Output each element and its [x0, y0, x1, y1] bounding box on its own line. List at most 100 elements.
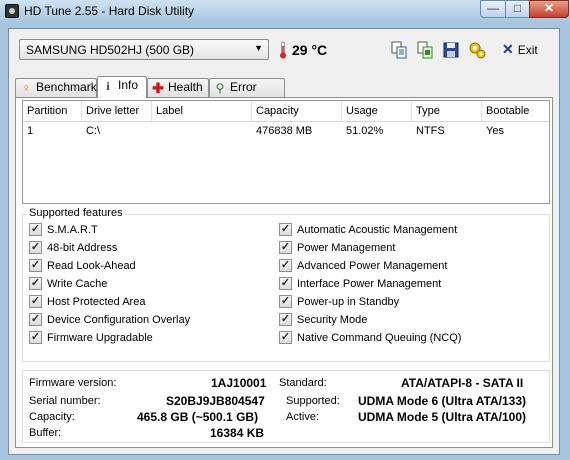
- app-icon: [5, 4, 19, 18]
- drive-select[interactable]: SAMSUNG HD502HJ (500 GB) ▼: [19, 39, 269, 60]
- serial-value: S20BJ9JB804547: [166, 394, 265, 408]
- column-header[interactable]: Capacity: [252, 101, 342, 121]
- feature-security-mode: ✓ Security Mode: [279, 313, 367, 329]
- minimize-button[interactable]: —: [480, 0, 506, 18]
- health-icon: ✚: [152, 80, 164, 96]
- active-value: UDMA Mode 5 (Ultra ATA/100): [358, 410, 527, 424]
- options-icon: [469, 42, 486, 59]
- title-bar[interactable]: HD Tune 2.55 - Hard Disk Utility — □ ✕: [0, 0, 570, 22]
- feature-label: Native Command Queuing (NCQ): [297, 332, 462, 344]
- table-row[interactable]: 1 C:\ 476838 MB 51.02% NTFS Yes: [23, 122, 549, 140]
- chevron-down-icon: ▼: [254, 43, 263, 53]
- standard-value: ATA/ATAPI-8 - SATA II: [401, 376, 524, 390]
- column-header[interactable]: Usage: [342, 101, 412, 121]
- benchmark-icon: ♀: [21, 81, 31, 95]
- copy-screenshot-button[interactable]: [414, 39, 436, 61]
- table-cell: Yes: [486, 125, 504, 137]
- checkbox-checked: ✓: [29, 331, 42, 344]
- feature-host-protected-area: ✓ Host Protected Area: [29, 295, 145, 311]
- exit-icon: ✕: [502, 41, 514, 57]
- tab-health-label: Health: [168, 80, 203, 94]
- feature-48bit-address: ✓ 48-bit Address: [29, 241, 117, 257]
- feature-automatic-acoustic-management: ✓ Automatic Acoustic Management: [279, 223, 457, 239]
- close-button[interactable]: ✕: [529, 0, 569, 18]
- feature-firmware-upgradable: ✓ Firmware Upgradable: [29, 331, 153, 347]
- checkbox-checked: ✓: [279, 277, 292, 290]
- feature-label: Power-up in Standby: [297, 296, 400, 308]
- table-header: Partition Drive letter Label Capacity Us…: [23, 101, 549, 122]
- feature-label: Read Look-Ahead: [47, 260, 136, 272]
- feature-smart: ✓ S.M.A.R.T: [29, 223, 98, 239]
- feature-label: S.M.A.R.T: [47, 224, 98, 236]
- active-label: Active:: [286, 411, 320, 423]
- copy-screenshot-icon: [417, 41, 433, 59]
- feature-label: Security Mode: [297, 314, 368, 326]
- checkbox-checked: ✓: [279, 241, 292, 254]
- column-header[interactable]: Bootable: [482, 101, 549, 121]
- feature-label: Host Protected Area: [47, 296, 146, 308]
- copy-icon: [391, 41, 407, 59]
- feature-label: Power Management: [297, 242, 396, 254]
- partition-table[interactable]: Partition Drive letter Label Capacity Us…: [22, 100, 550, 204]
- drive-select-value: SAMSUNG HD502HJ (500 GB): [26, 43, 195, 57]
- column-header[interactable]: Label: [152, 101, 252, 121]
- tab-bar: ♀ Benchmark i Info ✚ Health ⚲ Error Scan: [15, 76, 555, 111]
- exit-label: Exit: [517, 43, 538, 57]
- options-button[interactable]: [466, 39, 488, 61]
- tab-benchmark[interactable]: ♀ Benchmark: [15, 78, 97, 97]
- app-window: HD Tune 2.55 - Hard Disk Utility — □ ✕ S…: [0, 0, 570, 460]
- save-icon: [443, 42, 459, 58]
- firmware-label: Firmware version:: [29, 377, 117, 389]
- table-cell: C:\: [86, 125, 101, 137]
- info-panel: Partition Drive letter Label Capacity Us…: [15, 97, 553, 448]
- supported-value: UDMA Mode 6 (Ultra ATA/133): [358, 394, 527, 408]
- serial-label: Serial number:: [29, 395, 101, 407]
- features-title: Supported features: [27, 207, 125, 219]
- feature-label: 48-bit Address: [47, 242, 118, 254]
- exit-button[interactable]: ✕ Exit: [502, 41, 538, 61]
- save-button[interactable]: [440, 39, 462, 61]
- feature-label: Firmware Upgradable: [47, 332, 153, 344]
- table-cell: [152, 122, 156, 140]
- temperature-value: 29 °C: [292, 42, 328, 58]
- checkbox-checked: ✓: [29, 313, 42, 326]
- drive-info-group: Firmware version: 1AJ10001 Serial number…: [22, 370, 550, 443]
- feature-label: Interface Power Management: [297, 278, 442, 290]
- capacity-label: Capacity:: [29, 411, 75, 423]
- tab-info-label: Info: [118, 78, 139, 92]
- feature-label: Write Cache: [47, 278, 108, 290]
- checkbox-checked: ✓: [29, 241, 42, 254]
- tab-health[interactable]: ✚ Health: [147, 78, 209, 97]
- feature-power-management: ✓ Power Management: [279, 241, 395, 257]
- firmware-value: 1AJ10001: [211, 376, 267, 390]
- feature-write-cache: ✓ Write Cache: [29, 277, 107, 293]
- column-header[interactable]: Type: [412, 101, 482, 121]
- supported-features-group: Supported features ✓ S.M.A.R.T ✓ 48-bit Ad…: [22, 207, 550, 362]
- column-header[interactable]: Partition: [23, 101, 82, 121]
- info-icon: i: [106, 79, 110, 93]
- standard-label: Standard:: [279, 377, 327, 389]
- checkbox-checked: ✓: [279, 223, 292, 236]
- buffer-value: 16384 KB: [210, 426, 265, 440]
- column-header[interactable]: Drive letter: [82, 101, 152, 121]
- supported-label: Supported:: [286, 395, 340, 407]
- checkbox-checked: ✓: [29, 259, 42, 272]
- thermometer-icon: [280, 41, 286, 59]
- table-cell: 51.02%: [346, 125, 384, 137]
- tab-info[interactable]: i Info: [97, 76, 147, 98]
- tab-error-scan[interactable]: ⚲ Error Scan: [209, 78, 285, 111]
- feature-ncq: ✓ Native Command Queuing (NCQ): [279, 331, 461, 347]
- checkbox-checked: ✓: [279, 295, 292, 308]
- maximize-button[interactable]: □: [505, 0, 530, 18]
- copy-button[interactable]: [388, 39, 410, 61]
- feature-advanced-power-management: ✓ Advanced Power Management: [279, 259, 447, 275]
- tab-benchmark-label: Benchmark: [36, 80, 97, 94]
- window-title: HD Tune 2.55 - Hard Disk Utility: [24, 4, 195, 18]
- checkbox-checked: ✓: [29, 295, 42, 308]
- checkbox-checked: ✓: [29, 277, 42, 290]
- table-cell: 476838 MB: [256, 125, 313, 137]
- feature-read-look-ahead: ✓ Read Look-Ahead: [29, 259, 136, 275]
- checkbox-checked: ✓: [279, 331, 292, 344]
- buffer-label: Buffer:: [29, 427, 62, 439]
- magnifier-icon: ⚲: [215, 81, 225, 95]
